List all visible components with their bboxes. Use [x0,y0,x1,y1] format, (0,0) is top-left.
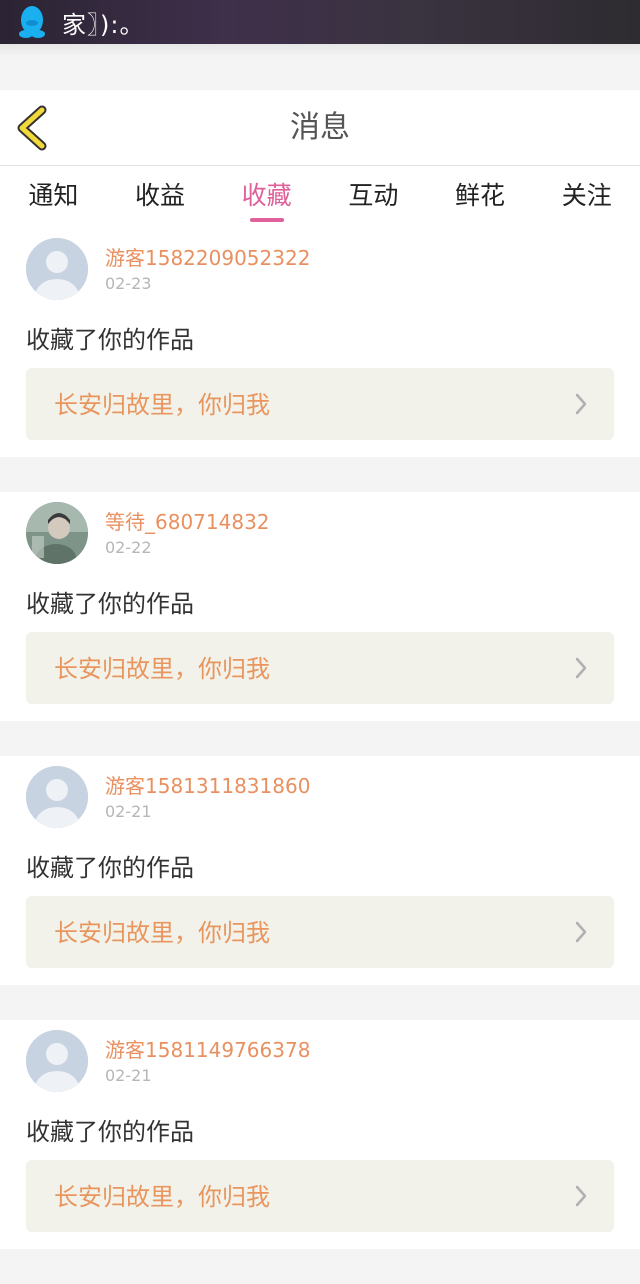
username[interactable]: 等待_680714832 [105,506,270,535]
work-link[interactable]: 长安归故里，你归我 [26,1160,614,1232]
avatar[interactable] [26,1030,88,1092]
tab-interactions[interactable]: 互动 [320,166,427,228]
default-avatar-icon [26,1030,88,1092]
list-item: 等待_680714832 02-22 收藏了你的作品 长安归故里，你归我 [0,492,640,721]
work-title: 长安归故里，你归我 [54,655,270,683]
work-title: 长安归故里，你归我 [54,1183,270,1211]
avatar[interactable] [26,238,88,300]
photo-avatar-icon [26,502,88,564]
timestamp: 02-23 [105,274,152,293]
default-avatar-icon [26,238,88,300]
action-text: 收藏了你的作品 [26,326,194,354]
chevron-right-icon [575,921,587,943]
avatar[interactable] [26,766,88,828]
header: 消息 [0,90,640,166]
timestamp: 02-21 [105,802,152,821]
tab-notifications[interactable]: 通知 [0,166,107,228]
action-text: 收藏了你的作品 [26,590,194,618]
tab-favorites[interactable]: 收藏 [213,166,320,228]
list-item: 游客1581149766378 02-21 收藏了你的作品 长安归故里，你归我 [0,1020,640,1249]
chevron-right-icon [575,657,587,679]
default-avatar-icon [26,766,88,828]
chevron-right-icon [575,1185,587,1207]
username[interactable]: 游客1581149766378 [105,1034,310,1063]
tab-flowers[interactable]: 鲜花 [427,166,534,228]
tab-following[interactable]: 关注 [533,166,640,228]
timestamp: 02-21 [105,1066,152,1085]
username[interactable]: 游客1582209052322 [105,242,310,271]
favorites-feed: 游客1582209052322 02-23 收藏了你的作品 长安归故里，你归我 … [0,228,640,1284]
work-title: 长安归故里，你归我 [54,919,270,947]
username[interactable]: 游客1581311831860 [105,770,310,799]
qq-penguin-icon [19,6,45,38]
chevron-right-icon [575,393,587,415]
tab-earnings[interactable]: 收益 [107,166,214,228]
list-item: 游客1582209052322 02-23 收藏了你的作品 长安归故里，你归我 [0,228,640,457]
status-text: 家〗):。 [62,10,145,39]
work-link[interactable]: 长安归故里，你归我 [26,632,614,704]
list-item: 游客1581311831860 02-21 收藏了你的作品 长安归故里，你归我 [0,756,640,985]
status-gap [0,44,640,90]
tab-bar: 通知 收益 收藏 互动 鲜花 关注 [0,166,640,228]
status-bar: 家〗):。 [0,0,640,44]
work-link[interactable]: 长安归故里，你归我 [26,896,614,968]
work-title: 长安归故里，你归我 [54,391,270,419]
avatar[interactable] [26,502,88,564]
action-text: 收藏了你的作品 [26,1118,194,1146]
work-link[interactable]: 长安归故里，你归我 [26,368,614,440]
timestamp: 02-22 [105,538,152,557]
page-title: 消息 [290,110,350,145]
action-text: 收藏了你的作品 [26,854,194,882]
